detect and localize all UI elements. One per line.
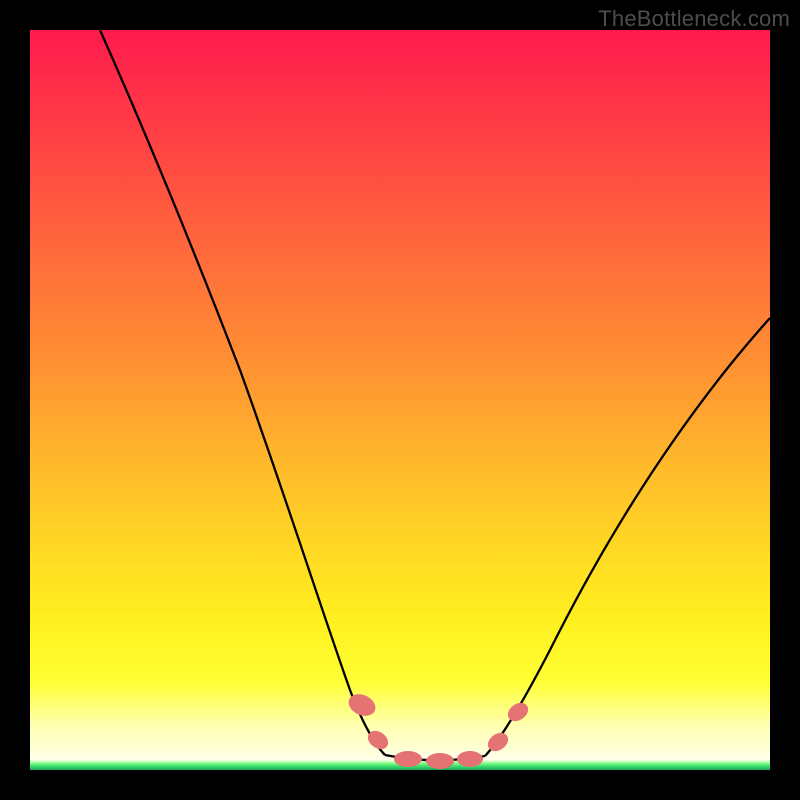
- marker-bead: [457, 751, 483, 767]
- left-curve: [100, 30, 385, 755]
- plot-area: [30, 30, 770, 770]
- marker-bead: [394, 751, 422, 767]
- marker-bead: [504, 699, 531, 725]
- curve-layer: [30, 30, 770, 770]
- watermark-text: TheBottleneck.com: [598, 6, 790, 32]
- marker-bead: [345, 690, 379, 720]
- marker-bead: [426, 753, 454, 769]
- right-curve: [485, 318, 770, 756]
- chart-frame: TheBottleneck.com: [0, 0, 800, 800]
